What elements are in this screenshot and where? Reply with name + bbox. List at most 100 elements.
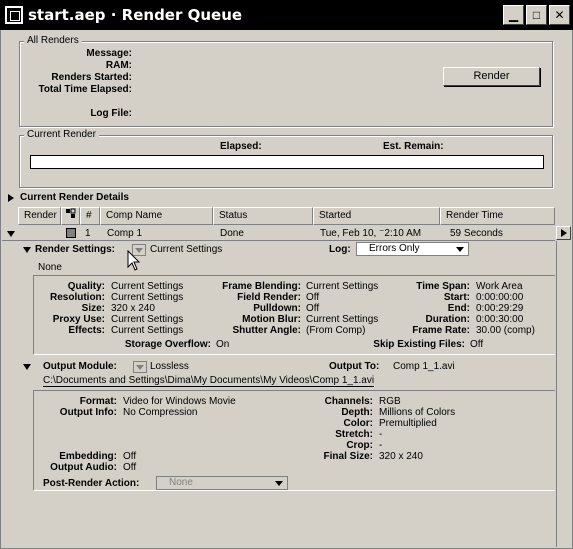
- motion-blur-label: Motion Blur:: [242, 314, 301, 325]
- color-label: Color:: [343, 418, 373, 429]
- field-render-value: Off: [306, 292, 320, 303]
- render-button[interactable]: Render: [443, 67, 540, 86]
- pulldown-label: Pulldown:: [253, 303, 301, 314]
- column-status[interactable]: Status: [213, 207, 313, 225]
- output-path-link[interactable]: C:\Documents and Settings\Dima\My Docume…: [43, 375, 375, 387]
- storage-overflow-label: Storage Overflow:: [124, 339, 211, 350]
- render-settings-note: None: [38, 262, 62, 273]
- column-label-icon[interactable]: [61, 207, 80, 225]
- column-number[interactable]: #: [80, 207, 100, 225]
- render-settings-value[interactable]: Current Settings: [150, 244, 222, 255]
- est-remain-label: Est. Remain:: [383, 141, 444, 152]
- pulldown-value: Off: [306, 303, 320, 314]
- render-progress-bar: [30, 155, 544, 169]
- queue-item-comp-name: Comp 1: [107, 228, 143, 239]
- shutter-angle-label: Shutter Angle:: [232, 325, 301, 336]
- queue-item-started: Tue, Feb 10, ⁻2:10 AM: [320, 228, 422, 239]
- post-render-action-dropdown[interactable]: None: [156, 476, 288, 490]
- end-value: 0:00:29:29: [476, 303, 524, 314]
- column-started[interactable]: Started: [313, 207, 440, 225]
- output-module-label: Output Module:: [43, 361, 117, 372]
- column-render-time[interactable]: Render Time: [440, 207, 555, 225]
- minimize-button[interactable]: ▁: [503, 5, 524, 25]
- current-render-details-toggle[interactable]: Current Render Details: [20, 192, 129, 203]
- output-module-collapse-icon[interactable]: [23, 364, 31, 370]
- post-render-action-label: Post-Render Action:: [43, 478, 140, 489]
- log-label: Log:: [329, 244, 351, 255]
- stretch-label: Stretch:: [335, 429, 373, 440]
- output-audio-value: Off: [123, 462, 137, 473]
- channels-value: RGB: [379, 396, 401, 407]
- collapse-arrow-icon[interactable]: [7, 231, 15, 237]
- mouse-cursor-icon: [127, 250, 141, 271]
- output-info-label: Output Info:: [59, 407, 117, 418]
- format-value: Video for Windows Movie: [123, 396, 236, 407]
- channels-label: Channels:: [324, 396, 373, 407]
- end-label: End:: [447, 303, 470, 314]
- log-dropdown[interactable]: Errors Only: [356, 242, 469, 256]
- storage-overflow-value: On: [216, 339, 230, 350]
- skip-existing-files-label: Skip Existing Files:: [373, 339, 465, 350]
- log-dropdown-value: Errors Only: [369, 243, 420, 254]
- current-render-label: Current Render: [24, 129, 99, 140]
- post-render-dropdown-arrow-icon: [275, 481, 283, 486]
- frame-rate-label: Frame Rate:: [412, 325, 470, 336]
- final-size-label: Final Size:: [323, 451, 373, 462]
- output-module-dropdown-button[interactable]: [133, 361, 147, 373]
- motion-blur-value: Current Settings: [306, 314, 379, 325]
- log-file-label: Log File:: [90, 108, 132, 119]
- duration-value: 0:00:30:00: [476, 314, 524, 325]
- time-span-label: Time Span:: [416, 281, 470, 292]
- render-settings-collapse-icon[interactable]: [23, 247, 31, 253]
- queue-empty-area: [2, 492, 555, 547]
- resolution-value: Current Settings: [111, 292, 184, 303]
- app-icon[interactable]: [5, 6, 23, 24]
- depth-label: Depth:: [341, 407, 373, 418]
- output-module-value[interactable]: Lossless: [150, 361, 189, 372]
- start-label: Start:: [443, 292, 470, 303]
- frame-blending-value: Current Settings: [306, 281, 379, 292]
- size-label: Size:: [81, 303, 105, 314]
- stretch-value: -: [379, 429, 383, 440]
- queue-item-number: 1: [85, 228, 91, 239]
- output-to-value[interactable]: Comp 1_1.avi: [393, 361, 455, 372]
- close-button[interactable]: ✕: [549, 5, 570, 25]
- quality-value: Current Settings: [111, 281, 184, 292]
- frame-rate-value: 30.00 (comp): [476, 325, 535, 336]
- expand-arrow-icon[interactable]: [8, 194, 14, 202]
- column-comp-name[interactable]: Comp Name: [100, 207, 213, 225]
- elapsed-label: Elapsed:: [220, 141, 262, 152]
- label-icon: [66, 208, 76, 218]
- ram-label: RAM:: [105, 60, 132, 71]
- label-color-swatch[interactable]: [66, 228, 76, 238]
- embedding-value: Off: [123, 451, 137, 462]
- proxy-use-value: Current Settings: [111, 314, 184, 325]
- frame-blending-label: Frame Blending:: [222, 281, 301, 292]
- scroll-right-icon: [561, 229, 567, 237]
- final-size-value: 320 x 240: [379, 451, 423, 462]
- size-value: 320 x 240: [111, 303, 155, 314]
- effects-label: Effects:: [68, 325, 105, 336]
- queue-item-render-time: 59 Seconds: [450, 228, 503, 239]
- post-render-action-value: None: [169, 477, 193, 488]
- shutter-angle-value: (From Comp): [306, 325, 366, 336]
- field-render-label: Field Render:: [237, 292, 301, 303]
- queue-item-status: Done: [220, 228, 244, 239]
- output-to-label: Output To:: [329, 361, 380, 372]
- effects-value: Current Settings: [111, 325, 184, 336]
- window-title: start.aep · Render Queue: [28, 6, 243, 24]
- start-value: 0:00:00:00: [476, 292, 524, 303]
- format-label: Format:: [79, 396, 117, 407]
- render-settings-label: Render Settings:: [35, 244, 116, 255]
- vertical-scrollbar[interactable]: [556, 241, 571, 547]
- maximize-button[interactable]: □: [526, 5, 547, 25]
- skip-existing-files-value: Off: [470, 339, 484, 350]
- embedding-label: Embedding:: [59, 451, 117, 462]
- scroll-right-button[interactable]: [556, 226, 571, 240]
- crop-label: Crop:: [346, 440, 373, 451]
- quality-label: Quality:: [67, 281, 105, 292]
- column-render[interactable]: Render: [18, 207, 61, 225]
- all-renders-label: All Renders: [24, 35, 82, 46]
- output-info-value: No Compression: [123, 407, 198, 418]
- time-span-value: Work Area: [476, 281, 523, 292]
